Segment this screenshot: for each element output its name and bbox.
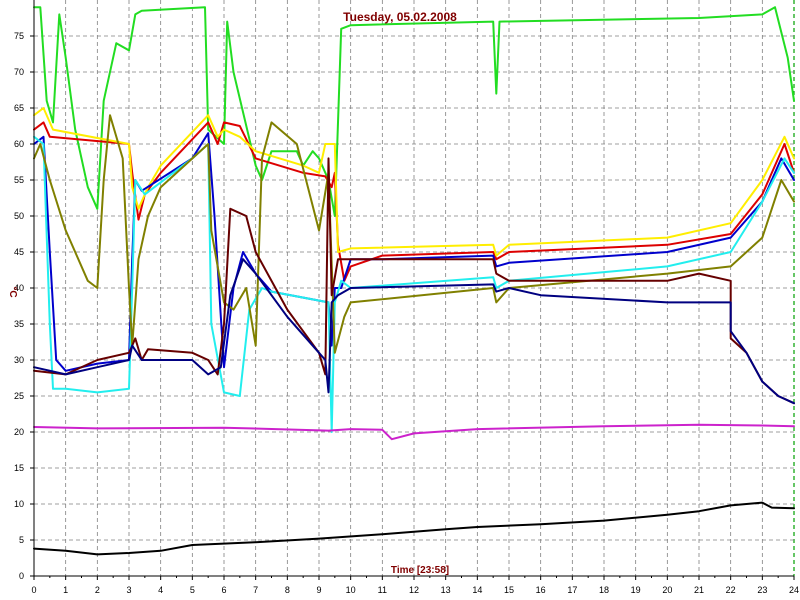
chart-title: Tuesday, 05.02.2008 <box>343 10 457 24</box>
y-tick-label: 10 <box>14 499 24 509</box>
x-tick-label: 15 <box>504 585 514 595</box>
y-tick-label: 55 <box>14 175 24 185</box>
chart-background <box>0 0 800 600</box>
x-tick-label: 2 <box>95 585 100 595</box>
x-tick-label: 1 <box>63 585 68 595</box>
chart-container: 0 1 2 3 4 5 6 7 8 9 10 11 12 13 14 15 16 17 18 19 20 21 22 23 24… <box>0 0 800 600</box>
y-tick-label: 30 <box>14 355 24 365</box>
temperature-line-chart: 0 1 2 3 4 5 6 7 8 9 10 11 12 13 14 15 16 17 18 19 20 21 22 23 24… <box>0 0 800 600</box>
x-tick-label: 21 <box>694 585 704 595</box>
y-tick-label: 25 <box>14 391 24 401</box>
y-tick-label: 15 <box>14 463 24 473</box>
y-tick-label: 5 <box>19 535 24 545</box>
x-tick-label: 6 <box>221 585 226 595</box>
x-tick-label: 23 <box>757 585 767 595</box>
x-tick-label: 16 <box>536 585 546 595</box>
y-tick-label: 75 <box>14 31 24 41</box>
y-tick-label: 20 <box>14 427 24 437</box>
x-tick-label: 12 <box>409 585 419 595</box>
x-axis-label: Time [23:58] <box>391 565 449 576</box>
y-tick-label: 45 <box>14 247 24 257</box>
y-tick-label: 60 <box>14 139 24 149</box>
x-tick-label: 0 <box>31 585 36 595</box>
x-tick-label: 4 <box>158 585 163 595</box>
y-tick-label: 35 <box>14 319 24 329</box>
x-tick-label: 14 <box>472 585 482 595</box>
x-tick-label: 5 <box>190 585 195 595</box>
y-tick-label: 0 <box>19 571 24 581</box>
y-axis-label: °C <box>7 286 18 297</box>
x-tick-label: 13 <box>441 585 451 595</box>
x-tick-label: 18 <box>599 585 609 595</box>
x-tick-label: 17 <box>567 585 577 595</box>
x-tick-label: 7 <box>253 585 258 595</box>
y-tick-label: 65 <box>14 103 24 113</box>
x-tick-label: 9 <box>316 585 321 595</box>
x-tick-label: 11 <box>378 585 387 595</box>
x-tick-label: 3 <box>126 585 131 595</box>
y-tick-label: 50 <box>14 211 24 221</box>
x-tick-label: 20 <box>662 585 672 595</box>
x-tick-label: 8 <box>285 585 290 595</box>
x-tick-label: 19 <box>631 585 641 595</box>
x-tick-label: 24 <box>789 585 799 595</box>
y-tick-label: 70 <box>14 67 24 77</box>
x-tick-label: 22 <box>726 585 736 595</box>
x-tick-label: 10 <box>346 585 356 595</box>
